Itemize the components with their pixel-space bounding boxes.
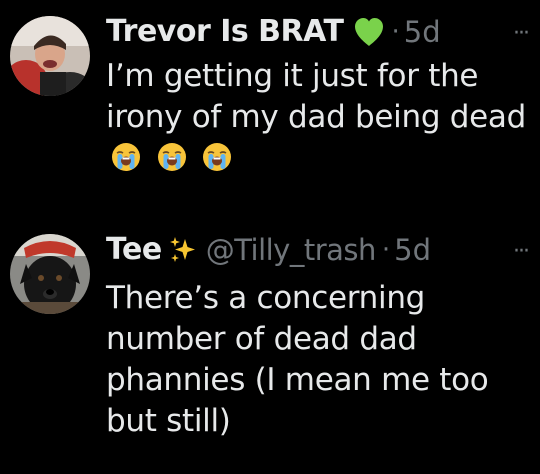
- loudly-crying-face-icon: [110, 141, 142, 173]
- tweet-text: There’s a concerning number of dead dad …: [106, 278, 526, 442]
- tweet-header: Trevor Is BRAT · 5d ···: [106, 12, 540, 52]
- sparkles-icon: [168, 235, 198, 265]
- separator-dot: ·: [381, 235, 391, 265]
- tweet[interactable]: Trevor Is BRAT · 5d ··· I’m getting it j…: [0, 0, 540, 220]
- display-name[interactable]: Tee: [106, 230, 162, 270]
- timestamp[interactable]: 5d: [404, 12, 441, 52]
- tweet-header: Tee @Tilly_trash · 5d ···: [106, 230, 540, 270]
- display-name[interactable]: Trevor Is BRAT: [106, 12, 344, 52]
- timestamp[interactable]: 5d: [394, 230, 431, 270]
- avatar[interactable]: [10, 234, 90, 314]
- avatar[interactable]: [10, 16, 90, 96]
- tweet-text-content: I’m getting it just for the irony of my …: [106, 58, 526, 135]
- tweet-text-content: There’s a concerning number of dead dad …: [106, 280, 489, 439]
- loudly-crying-face-icon: [156, 141, 188, 173]
- tweet-text: I’m getting it just for the irony of my …: [106, 56, 526, 179]
- more-options-icon[interactable]: ···: [513, 232, 530, 272]
- loudly-crying-face-icon: [201, 141, 233, 173]
- more-options-icon[interactable]: ···: [513, 14, 530, 54]
- green-heart-icon: [352, 15, 386, 49]
- tweet[interactable]: Tee @Tilly_trash · 5d ··· There’s a conc…: [0, 222, 540, 474]
- user-handle[interactable]: @Tilly_trash: [206, 230, 377, 270]
- separator-dot: ·: [391, 17, 400, 47]
